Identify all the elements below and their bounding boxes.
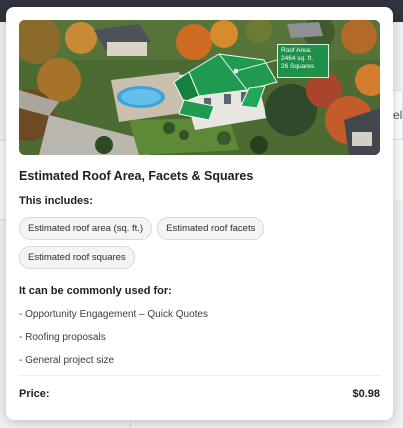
uses-heading: It can be commonly used for: — [19, 285, 172, 297]
price-divider — [19, 375, 380, 376]
roof-area-overlay-label: Roof Area: 2464 sq. ft. 26 Squares — [277, 44, 329, 78]
background-right-strip — [392, 140, 403, 200]
use-item: - Roofing proposals — [19, 332, 106, 343]
uses-list: - Opportunity Engagement – Quick Quotes … — [19, 308, 380, 377]
product-info-popover: Roof Area: 2464 sq. ft. 26 Squares Estim… — [6, 7, 393, 420]
roof-squares-value: 26 Squares — [281, 63, 315, 70]
product-title: Estimated Roof Area, Facets & Squares — [19, 169, 254, 183]
include-chip-roof-squares: Estimated roof squares — [19, 246, 135, 269]
includes-chip-list: Estimated roof area (sq. ft.) Estimated … — [19, 217, 319, 269]
use-item: - General project size — [19, 355, 115, 366]
roof-area-label-line: Roof Area: — [281, 47, 312, 54]
roof-aerial-image: Roof Area: 2464 sq. ft. 26 Squares — [19, 20, 380, 155]
price-value: $0.98 — [352, 388, 380, 400]
price-row: Price: $0.98 — [19, 388, 380, 400]
includes-heading: This includes: — [19, 195, 93, 207]
include-chip-roof-facets: Estimated roof facets — [157, 217, 265, 240]
background-partial-text: ele — [393, 108, 403, 122]
roof-area-value: 2464 sq. ft. — [281, 55, 314, 62]
price-label: Price: — [19, 388, 50, 400]
use-item: - Opportunity Engagement – Quick Quotes — [19, 309, 208, 320]
aerial-house-illustration — [19, 20, 380, 155]
include-chip-roof-area: Estimated roof area (sq. ft.) — [19, 217, 153, 240]
